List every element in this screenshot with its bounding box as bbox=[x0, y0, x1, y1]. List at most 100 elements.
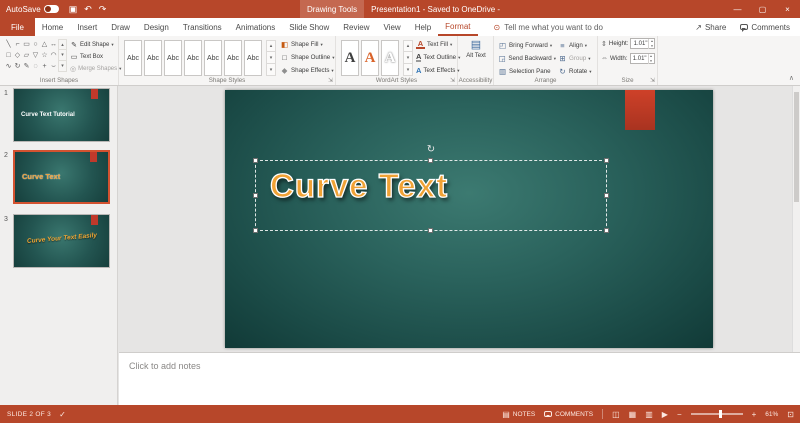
resize-handle-e[interactable] bbox=[604, 192, 609, 198]
rotate-handle-icon[interactable]: ↻ bbox=[427, 144, 435, 155]
shape-icon[interactable]: ◌ bbox=[31, 61, 40, 72]
tab-file[interactable]: File bbox=[0, 18, 35, 36]
merge-shapes-button[interactable]: ◎ Merge Shapes ▾ bbox=[70, 63, 121, 75]
shape-icon[interactable]: ◠ bbox=[49, 50, 58, 61]
zoom-slider-thumb[interactable] bbox=[719, 410, 723, 418]
shape-style-preset[interactable]: Abc bbox=[164, 40, 182, 76]
close-icon[interactable]: × bbox=[775, 0, 800, 18]
shape-icon[interactable]: ▽ bbox=[31, 50, 40, 61]
zoom-percent[interactable]: 61% bbox=[765, 411, 778, 418]
tab-help[interactable]: Help bbox=[408, 18, 438, 36]
notes-pane[interactable]: Click to add notes bbox=[119, 352, 800, 405]
shape-style-preset[interactable]: Abc bbox=[184, 40, 202, 76]
height-spinner[interactable]: ▴ ▾ bbox=[648, 38, 654, 49]
notes-toggle-button[interactable]: ▤ NOTES bbox=[502, 410, 535, 419]
scroll-up-icon[interactable]: ▴ bbox=[58, 39, 67, 50]
edit-shape-button[interactable]: ✎ Edit Shape ▾ bbox=[70, 39, 118, 51]
dialog-launcher-icon[interactable]: ⇲ bbox=[450, 77, 455, 84]
slideshow-view-icon[interactable]: ▶ bbox=[662, 410, 668, 419]
text-effects-button[interactable]: A Text Effects ▾ bbox=[416, 64, 460, 77]
shape-outline-button[interactable]: □ Shape Outline ▾ bbox=[280, 51, 335, 64]
width-spinner[interactable]: ▴ ▾ bbox=[647, 53, 654, 64]
dialog-launcher-icon[interactable]: ⇲ bbox=[650, 77, 655, 84]
wordart-preset[interactable]: A bbox=[381, 40, 399, 76]
resize-handle-ne[interactable] bbox=[604, 158, 609, 163]
shape-icon[interactable]: ⌣ bbox=[49, 61, 58, 72]
slide-thumbnail-1[interactable]: Curve Text Tutorial bbox=[13, 88, 110, 142]
shape-icon[interactable]: ⌐ bbox=[13, 39, 22, 50]
scroll-down-icon[interactable]: ▾ bbox=[58, 50, 67, 61]
shape-icon[interactable]: ↻ bbox=[13, 61, 22, 72]
height-input[interactable]: 1.01" ▴ ▾ bbox=[630, 38, 656, 49]
scroll-down-icon[interactable]: ▾ bbox=[403, 52, 413, 64]
resize-handle-se[interactable] bbox=[604, 228, 609, 233]
shape-icon[interactable]: ○ bbox=[31, 39, 40, 50]
slide-editing-area[interactable]: ↻ Curve Text bbox=[119, 86, 800, 352]
tab-transitions[interactable]: Transitions bbox=[176, 18, 229, 36]
zoom-out-icon[interactable]: − bbox=[677, 410, 682, 419]
resize-handle-sw[interactable] bbox=[253, 228, 258, 233]
reading-view-icon[interactable]: ▥ bbox=[645, 410, 653, 419]
zoom-slider[interactable] bbox=[690, 410, 743, 418]
tab-insert[interactable]: Insert bbox=[70, 18, 104, 36]
gallery-more-icon[interactable]: ▾ bbox=[58, 61, 67, 72]
tab-format-active[interactable]: Format bbox=[438, 18, 478, 36]
slide-sorter-view-icon[interactable]: ▦ bbox=[629, 410, 637, 419]
spin-down-icon[interactable]: ▾ bbox=[649, 44, 654, 49]
tab-review[interactable]: Review bbox=[336, 18, 376, 36]
tab-draw[interactable]: Draw bbox=[104, 18, 137, 36]
scroll-up-icon[interactable]: ▴ bbox=[403, 40, 413, 52]
wordart-preset[interactable]: A bbox=[341, 40, 359, 76]
resize-handle-s[interactable] bbox=[428, 228, 433, 233]
shape-style-preset[interactable]: Abc bbox=[224, 40, 242, 76]
comments-button[interactable]: Comments bbox=[740, 23, 790, 32]
vertical-scrollbar[interactable] bbox=[792, 86, 800, 352]
tab-view[interactable]: View bbox=[377, 18, 408, 36]
shape-height-field[interactable]: ⇕ Height: 1.01" ▴ ▾ bbox=[598, 36, 657, 51]
maximize-icon[interactable]: ▢ bbox=[750, 0, 775, 18]
proofing-status-icon[interactable]: ✓ bbox=[59, 410, 66, 419]
width-input[interactable]: 1.01" ▴ ▾ bbox=[629, 53, 655, 64]
normal-view-icon[interactable]: ◫ bbox=[612, 410, 620, 419]
share-button[interactable]: ↗ Share bbox=[695, 23, 726, 32]
dialog-launcher-icon[interactable]: ⇲ bbox=[328, 77, 333, 84]
shape-icon[interactable]: ✎ bbox=[22, 61, 31, 72]
text-fill-button[interactable]: A Text Fill ▾ bbox=[416, 38, 458, 51]
fit-to-window-icon[interactable]: ⊡ bbox=[787, 410, 794, 419]
text-box-button[interactable]: ▭ Text Box bbox=[70, 51, 118, 63]
scroll-up-icon[interactable]: ▴ bbox=[266, 40, 276, 52]
resize-handle-nw[interactable] bbox=[253, 158, 258, 163]
resize-handle-w[interactable] bbox=[253, 192, 258, 198]
wordart-selection-box[interactable]: ↻ Curve Text bbox=[253, 144, 609, 233]
wordart-preset[interactable]: A bbox=[361, 40, 379, 76]
autosave-switch-icon[interactable] bbox=[43, 5, 59, 13]
undo-icon[interactable]: ↶ bbox=[84, 4, 92, 15]
tab-slide-show[interactable]: Slide Show bbox=[282, 18, 336, 36]
shape-icon[interactable]: ∿ bbox=[4, 61, 13, 72]
send-backward-button[interactable]: ◲ Send Backward ▾ bbox=[498, 52, 556, 65]
group-button[interactable]: ⊞ Group ▾ bbox=[558, 52, 596, 65]
text-outline-button[interactable]: A Text Outline ▾ bbox=[416, 51, 460, 64]
spin-down-icon[interactable]: ▾ bbox=[649, 59, 654, 64]
shape-icon[interactable]: ☆ bbox=[40, 50, 49, 61]
shape-icon[interactable]: ▭ bbox=[22, 39, 31, 50]
wordart-text[interactable]: Curve Text bbox=[269, 166, 448, 205]
shape-style-preset[interactable]: Abc bbox=[244, 40, 262, 76]
shape-icon[interactable]: ↔ bbox=[49, 39, 58, 50]
tab-animations[interactable]: Animations bbox=[229, 18, 283, 36]
comments-toggle-button[interactable]: COMMENTS bbox=[544, 411, 593, 418]
slide-thumbnail-2-selected[interactable]: Curve Text bbox=[13, 150, 110, 204]
scroll-down-icon[interactable]: ▾ bbox=[266, 52, 276, 64]
scrollbar-thumb[interactable] bbox=[794, 92, 799, 202]
shape-icon[interactable]: ◇ bbox=[13, 50, 22, 61]
gallery-more-icon[interactable]: ▾ bbox=[403, 64, 413, 76]
zoom-in-icon[interactable]: + bbox=[752, 410, 757, 419]
save-icon[interactable]: ▣ bbox=[69, 4, 78, 15]
shape-style-preset[interactable]: Abc bbox=[144, 40, 162, 76]
tab-design[interactable]: Design bbox=[137, 18, 176, 36]
shape-gallery[interactable]: ╲ ⌐ ▭ ○ △ ↔ □ ◇ ▱ ▽ ☆ ◠ ∿ ↻ ✎ ◌ + ⌣ bbox=[4, 39, 58, 72]
alt-text-button[interactable]: ▤ Alt Text bbox=[461, 39, 491, 77]
shape-style-preset[interactable]: Abc bbox=[204, 40, 222, 76]
shape-icon[interactable]: ╲ bbox=[4, 39, 13, 50]
notes-placeholder[interactable]: Click to add notes bbox=[129, 361, 800, 371]
